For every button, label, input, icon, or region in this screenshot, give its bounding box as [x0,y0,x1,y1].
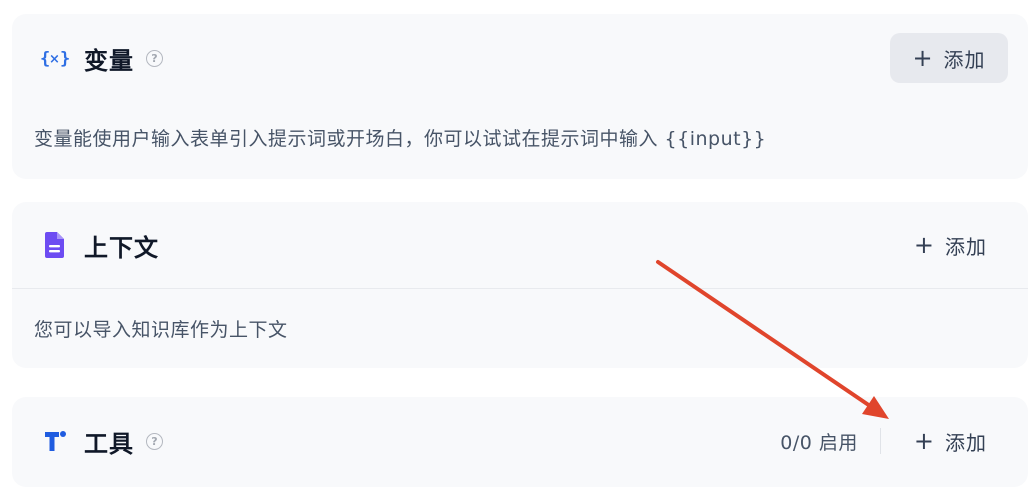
context-title: 上下文 [84,233,159,262]
help-icon[interactable]: ? [146,49,163,67]
tools-enabled-count: 0/0 启用 [780,431,858,454]
variables-card: { × } 变量 ? + 添加 变量能使用户输入表单引入提示词或开场白，你可以试… [12,14,1028,179]
variables-header: { × } 变量 ? + 添加 [12,14,1028,102]
add-context-label: 添加 [945,234,987,259]
svg-text:}: } [60,49,70,69]
svg-text:×: × [49,52,60,67]
tool-t-icon [40,426,70,456]
add-tool-label: 添加 [945,430,987,455]
variables-title: 变量 [84,46,134,75]
context-header: 上下文 + 添加 [12,202,1028,288]
variables-title-group: { × } 变量 ? [40,14,163,102]
context-description: 您可以导入知识库作为上下文 [34,319,288,341]
tools-header: 工具 ? 0/0 启用 + 添加 [12,397,1028,485]
variable-braces-icon: { × } [40,43,70,73]
variables-description: 变量能使用户输入表单引入提示词或开场白，你可以试试在提示词中输入 {{input… [34,128,767,150]
document-icon [40,230,70,260]
context-divider [12,288,1028,289]
plus-icon: + [912,44,934,72]
context-card: 上下文 + 添加 您可以导入知识库作为上下文 [12,202,1028,368]
add-tool-button[interactable]: + 添加 [893,416,1008,466]
context-actions: + 添加 [893,202,1008,288]
context-title-group: 上下文 [40,202,159,288]
tools-title: 工具 [84,429,134,458]
add-context-button[interactable]: + 添加 [893,220,1008,270]
add-variable-button[interactable]: + 添加 [890,33,1008,83]
add-variable-label: 添加 [943,47,986,72]
plus-icon: + [913,427,935,455]
help-icon[interactable]: ? [146,432,163,450]
tools-title-group: 工具 ? [40,397,163,485]
tools-card: 工具 ? 0/0 启用 + 添加 [12,397,1028,487]
plus-icon: + [913,231,935,259]
divider [879,428,881,454]
variables-actions: + 添加 [890,14,1008,102]
tools-actions: 0/0 启用 + 添加 [780,397,1008,485]
